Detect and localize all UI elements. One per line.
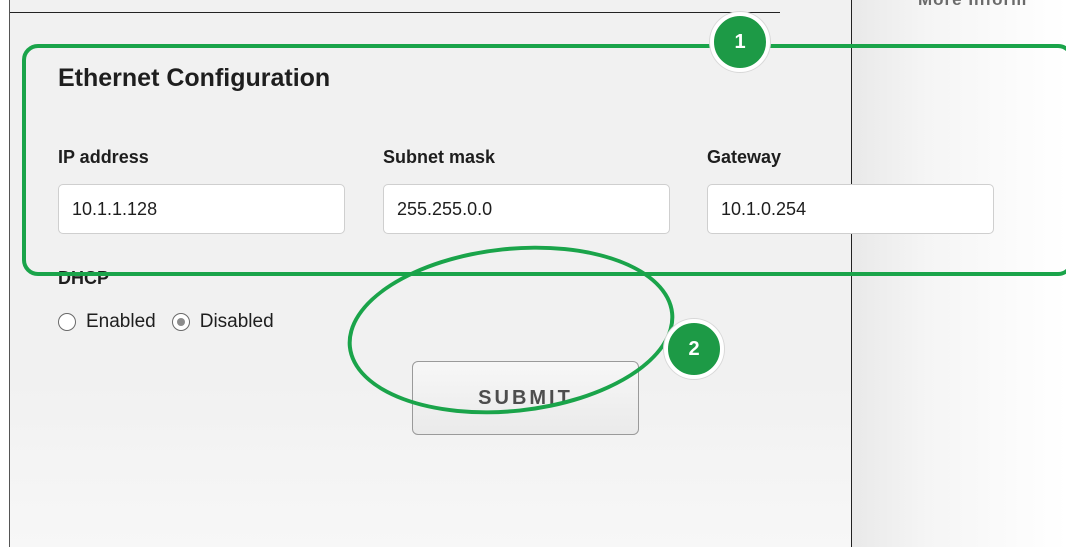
panel-divider bbox=[10, 12, 780, 13]
annotation-badge-2: 2 bbox=[664, 319, 724, 379]
ip-address-label: IP address bbox=[58, 147, 149, 167]
section-title: Ethernet Configuration bbox=[58, 64, 331, 92]
dhcp-enabled-label[interactable]: Enabled bbox=[86, 311, 156, 333]
dhcp-label: DHCP bbox=[58, 268, 110, 288]
subnet-mask-label: Subnet mask bbox=[383, 147, 496, 167]
annotation-badge-1: 1 bbox=[710, 12, 770, 72]
dhcp-radio-group: Enabled Disabled bbox=[58, 309, 274, 335]
side-panel: More Inform bbox=[851, 0, 1066, 547]
more-information-link[interactable]: More Inform bbox=[918, 0, 1027, 10]
subnet-mask-input[interactable] bbox=[383, 184, 670, 234]
dhcp-disabled-radio[interactable] bbox=[171, 313, 190, 331]
ip-address-input[interactable] bbox=[58, 184, 345, 234]
dhcp-disabled-label[interactable]: Disabled bbox=[200, 311, 274, 333]
screenshot-stage: More Inform Ethernet Configuration IP ad… bbox=[0, 0, 1066, 547]
submit-button[interactable]: SUBMIT bbox=[412, 361, 639, 435]
gateway-label: Gateway bbox=[707, 147, 782, 167]
gateway-input[interactable] bbox=[707, 184, 994, 234]
dhcp-enabled-radio[interactable] bbox=[58, 313, 76, 331]
